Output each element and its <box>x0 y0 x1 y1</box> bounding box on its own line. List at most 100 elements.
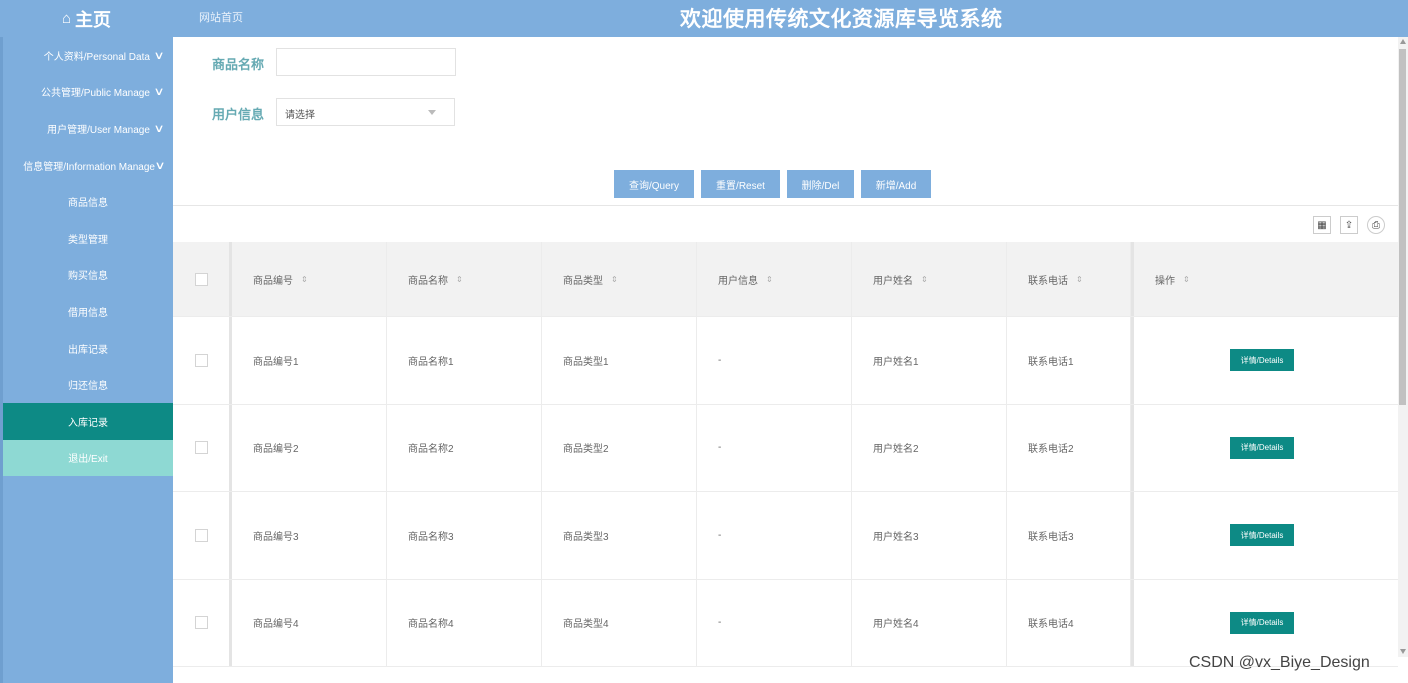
column-header-user-info[interactable]: 用户信息 ⇕ <box>697 242 852 316</box>
chevron-down-icon: ∨ <box>153 122 165 135</box>
watermark: CSDN @vx_Biye_Design <box>1189 654 1370 671</box>
main-content: 商品名称 用户信息 请选择 查询/Query 重置/Reset 删除/Del 新… <box>173 37 1398 683</box>
sort-icon: ⇕ <box>921 274 928 284</box>
chevron-down-icon: ∨ <box>153 86 165 99</box>
user-info-select-value: 请选择 <box>285 110 315 121</box>
print-icon[interactable]: ⎙ <box>1367 216 1385 234</box>
sidebar-item-purchase-info[interactable]: 购买信息 <box>3 257 173 294</box>
select-all-cell <box>173 242 232 316</box>
export-icon[interactable]: ⇪ <box>1340 216 1358 234</box>
sidebar-group-label: 用户管理/User Manage <box>47 124 150 136</box>
row-checkbox[interactable] <box>194 616 208 630</box>
table-row: 商品编号2 商品名称2 商品类型2 - 用户姓名2 联系电话2 详情/Detai… <box>173 404 1398 492</box>
user-info-select[interactable]: 请选择 <box>276 98 455 126</box>
cell-user-name: 用户姓名4 <box>852 579 1007 666</box>
cell-code: 商品编号4 <box>232 579 387 666</box>
data-table: 商品编号 ⇕ 商品名称 ⇕ 商品类型 ⇕ 用户信息 ⇕ 用户姓名 ⇕ 联系电话 ⇕ 操作 ⇕ <box>173 242 1398 667</box>
column-header-actions[interactable]: 操作 ⇕ <box>1131 242 1398 316</box>
chevron-down-icon: ∨ <box>153 49 165 62</box>
column-header-name[interactable]: 商品名称 ⇕ <box>387 242 542 316</box>
select-all-checkbox[interactable] <box>194 272 208 286</box>
details-button[interactable]: 详情/Details <box>1230 349 1294 372</box>
table-header-row: 商品编号 ⇕ 商品名称 ⇕ 商品类型 ⇕ 用户信息 ⇕ 用户姓名 ⇕ 联系电话 ⇕ 操作 ⇕ <box>173 242 1398 317</box>
sidebar: 个人资料/Personal Data ∨ 公共管理/Public Manage … <box>0 37 173 683</box>
sidebar-item-return-info[interactable]: 归还信息 <box>3 366 173 403</box>
row-checkbox[interactable] <box>194 528 208 542</box>
row-select-cell <box>173 492 232 579</box>
sidebar-item-exit[interactable]: 退出/Exit <box>3 439 173 477</box>
cell-user-name: 用户姓名1 <box>852 317 1007 404</box>
cell-phone: 联系电话2 <box>1007 404 1131 491</box>
goods-name-input[interactable] <box>276 48 456 76</box>
sidebar-item-inbound-record[interactable]: 入库记录 <box>3 402 173 440</box>
divider <box>173 205 1398 206</box>
cell-code: 商品编号3 <box>232 492 387 579</box>
home-link[interactable]: ⌂ 主页 <box>0 0 173 37</box>
row-checkbox[interactable] <box>194 353 208 367</box>
sidebar-group-personal-data[interactable]: 个人资料/Personal Data ∨ <box>3 37 173 74</box>
cell-actions: 详情/Details <box>1131 317 1398 404</box>
sidebar-item-goods-info[interactable]: 商品信息 <box>3 183 173 220</box>
user-info-label: 用户信息 <box>212 107 265 122</box>
cell-phone: 联系电话3 <box>1007 492 1131 579</box>
cell-user-info: - <box>697 404 852 491</box>
goods-name-label: 商品名称 <box>212 57 265 72</box>
reset-button[interactable]: 重置/Reset <box>701 170 780 198</box>
sort-icon: ⇕ <box>301 274 308 284</box>
row-select-cell <box>173 404 232 491</box>
cell-user-info: - <box>697 317 852 404</box>
sidebar-item-outbound-record[interactable]: 出库记录 <box>3 330 173 367</box>
cell-type: 商品类型3 <box>542 492 697 579</box>
sidebar-group-information-manage[interactable]: 信息管理/Information Manage ∨ <box>3 147 173 184</box>
page-title: 欢迎使用传统文化资源库导览系统 <box>680 8 1003 31</box>
table-row: 商品编号1 商品名称1 商品类型1 - 用户姓名1 联系电话1 详情/Detai… <box>173 317 1398 405</box>
cell-actions: 详情/Details <box>1131 404 1398 491</box>
scroll-thumb[interactable] <box>1399 49 1406 405</box>
details-button[interactable]: 详情/Details <box>1230 611 1294 634</box>
sort-icon: ⇕ <box>766 274 773 284</box>
sidebar-group-user-manage[interactable]: 用户管理/User Manage ∨ <box>3 110 173 147</box>
column-header-phone[interactable]: 联系电话 ⇕ <box>1007 242 1131 316</box>
cell-name: 商品名称4 <box>387 579 542 666</box>
home-label: 主页 <box>75 9 112 30</box>
row-checkbox[interactable] <box>194 441 208 455</box>
scroll-down-icon[interactable] <box>1400 649 1406 654</box>
sidebar-group-label: 公共管理/Public Manage <box>41 88 150 100</box>
chevron-down-icon <box>428 110 436 115</box>
cell-user-info: - <box>697 492 852 579</box>
delete-button[interactable]: 删除/Del <box>787 170 854 198</box>
cell-actions: 详情/Details <box>1131 492 1398 579</box>
sort-icon: ⇕ <box>456 274 463 284</box>
sidebar-group-public-manage[interactable]: 公共管理/Public Manage ∨ <box>3 74 173 111</box>
columns-icon[interactable]: ▦ <box>1313 216 1331 234</box>
sidebar-item-borrow-info[interactable]: 借用信息 <box>3 293 173 330</box>
cell-user-info: - <box>697 579 852 666</box>
sidebar-group-label: 个人资料/Personal Data <box>43 51 150 63</box>
top-bar: ⌂ 主页 网站首页 欢迎使用传统文化资源库导览系统 <box>0 0 1408 37</box>
scroll-up-icon[interactable] <box>1400 39 1406 44</box>
row-select-cell <box>173 579 232 666</box>
cell-name: 商品名称1 <box>387 317 542 404</box>
cell-name: 商品名称2 <box>387 404 542 491</box>
vertical-scrollbar[interactable] <box>1398 37 1408 657</box>
cell-phone: 联系电话4 <box>1007 579 1131 666</box>
cell-type: 商品类型4 <box>542 579 697 666</box>
column-header-type[interactable]: 商品类型 ⇕ <box>542 242 697 316</box>
site-home-link[interactable]: 网站首页 <box>199 9 243 25</box>
details-button[interactable]: 详情/Details <box>1230 436 1294 459</box>
details-button[interactable]: 详情/Details <box>1230 524 1294 547</box>
add-button[interactable]: 新增/Add <box>861 170 931 198</box>
cell-user-name: 用户姓名3 <box>852 492 1007 579</box>
query-button[interactable]: 查询/Query <box>614 170 694 198</box>
home-icon: ⌂ <box>61 10 72 27</box>
cell-code: 商品编号1 <box>232 317 387 404</box>
column-header-user-name[interactable]: 用户姓名 ⇕ <box>852 242 1007 316</box>
column-header-code[interactable]: 商品编号 ⇕ <box>232 242 387 316</box>
table-row: 商品编号3 商品名称3 商品类型3 - 用户姓名3 联系电话3 详情/Detai… <box>173 492 1398 580</box>
row-select-cell <box>173 317 232 404</box>
cell-user-name: 用户姓名2 <box>852 404 1007 491</box>
sidebar-item-type-manage[interactable]: 类型管理 <box>3 220 173 257</box>
sort-icon: ⇕ <box>1076 274 1083 284</box>
sort-icon: ⇕ <box>1183 274 1190 284</box>
sidebar-group-label: 信息管理/Information Manage <box>23 161 155 173</box>
